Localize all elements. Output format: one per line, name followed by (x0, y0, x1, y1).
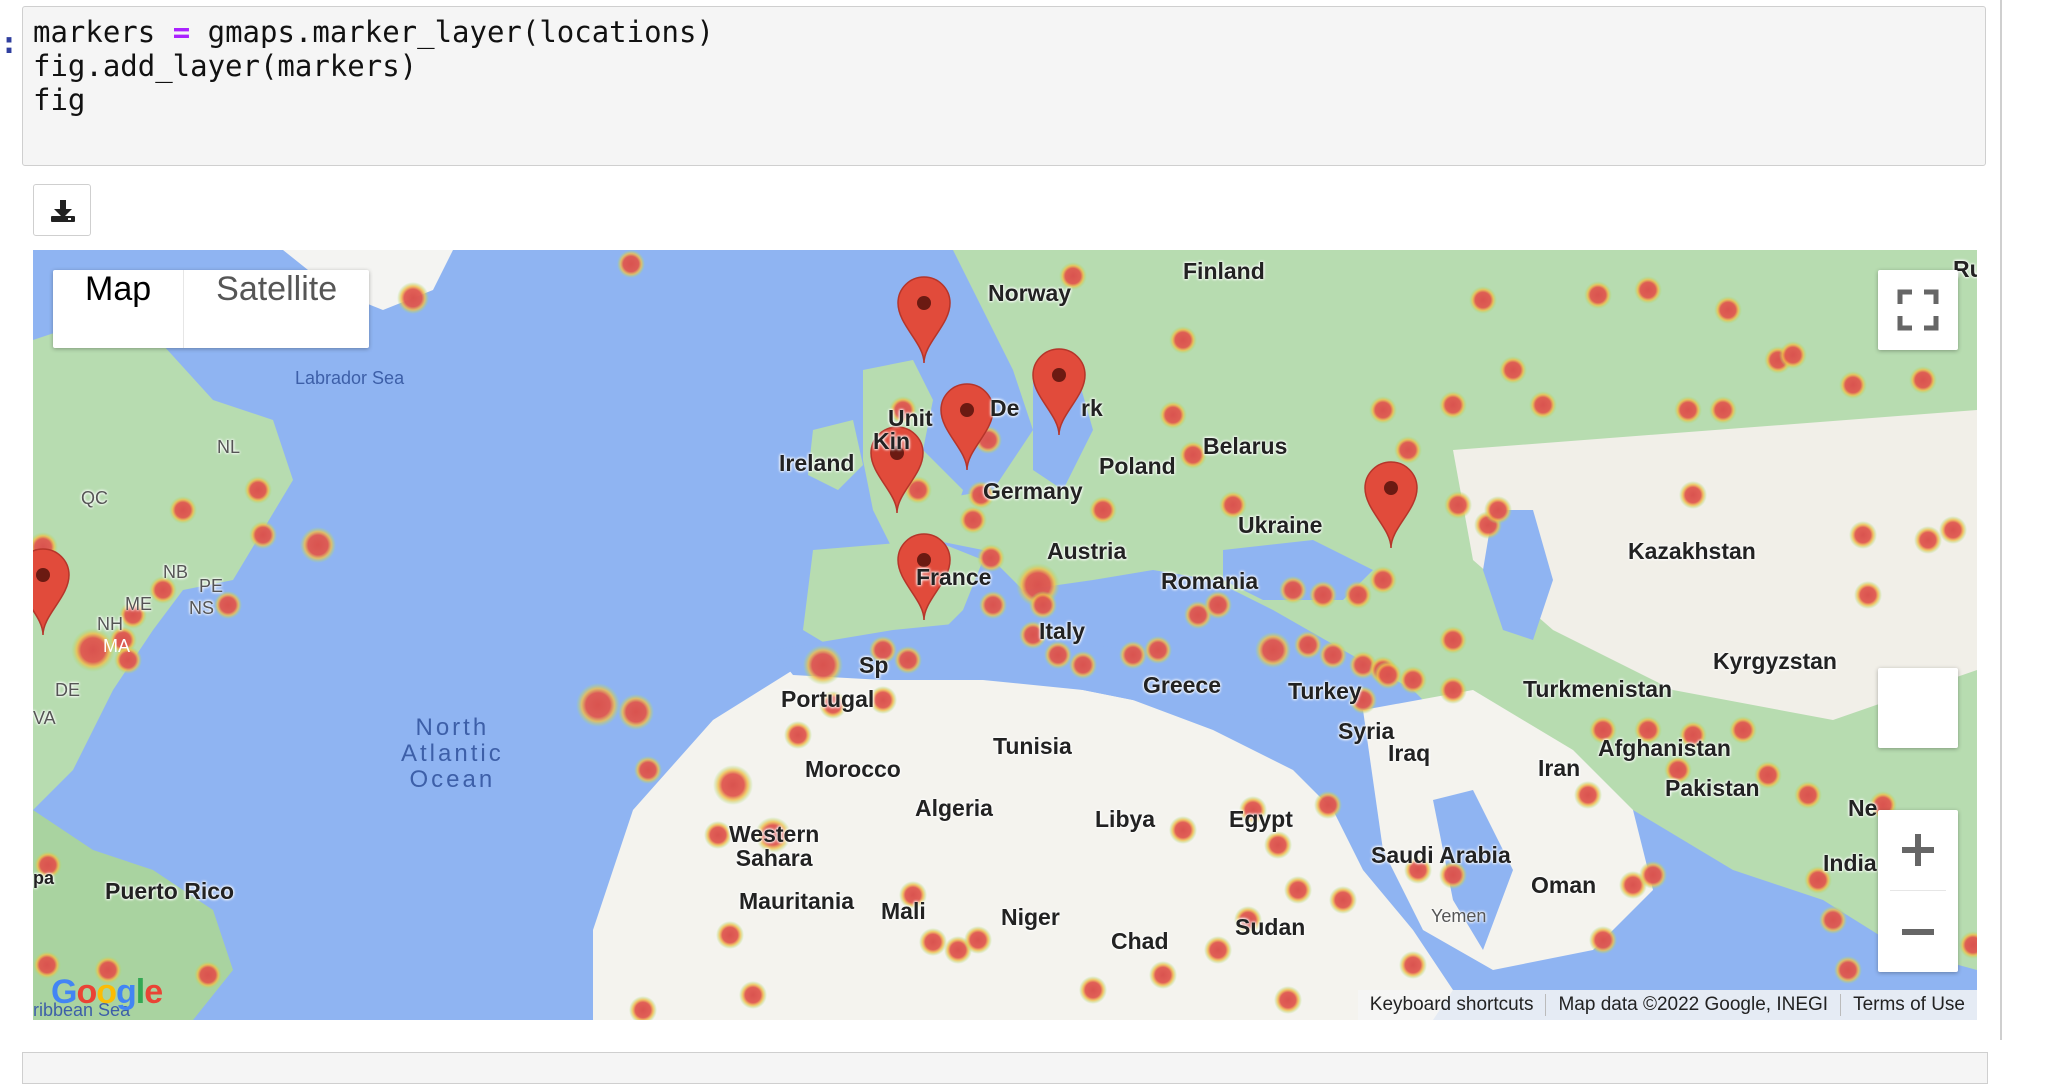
label-france: France (916, 564, 992, 590)
label-chad: Chad (1111, 928, 1169, 954)
label-libya: Libya (1095, 806, 1156, 832)
label-tunisia: Tunisia (993, 733, 1072, 759)
map-attribution: Keyboard shortcuts Map data ©2022 Google… (1357, 990, 1977, 1020)
zoom-divider (1890, 890, 1946, 891)
map-type-control: Map Satellite (53, 270, 370, 348)
label-mali: Mali (881, 898, 926, 924)
label-romania: Romania (1161, 568, 1259, 594)
label-iran: Iran (1538, 755, 1581, 781)
label-nepal: Ne (1848, 795, 1878, 821)
label-nb: NB (163, 562, 189, 582)
logo-letter: o (76, 973, 97, 1011)
map-data-text: Map data ©2022 Google, INEGI (1546, 994, 1842, 1016)
label-ma: MA (103, 636, 130, 656)
logo-letter: e (144, 973, 163, 1011)
label-denmark-1: De (990, 395, 1020, 421)
map-widget[interactable]: Finland Norway Labrador Sea NL QC Irelan… (33, 250, 1977, 1020)
label-labrador-sea: Labrador Sea (295, 368, 405, 388)
label-nl: NL (217, 437, 241, 457)
street-view-control[interactable] (1878, 668, 1958, 748)
google-logo[interactable]: Google (51, 973, 163, 1012)
label-ns: NS (189, 598, 215, 618)
label-oman: Oman (1531, 872, 1597, 898)
label-mauritania: Mauritania (739, 888, 855, 914)
label-italy: Italy (1039, 618, 1086, 644)
download-button[interactable] (33, 184, 91, 236)
label-syria: Syria (1338, 718, 1395, 744)
label-yemen: Yemen (1431, 906, 1487, 926)
keyboard-shortcuts-link[interactable]: Keyboard shortcuts (1358, 994, 1547, 1016)
label-austria: Austria (1047, 538, 1127, 564)
next-notebook-cell[interactable] (22, 1052, 1988, 1084)
map-type-satellite-button[interactable]: Satellite (184, 270, 369, 348)
label-india: India (1823, 850, 1877, 876)
plus-icon (1902, 834, 1934, 866)
label-united-kingdom-2: Kin (873, 428, 911, 454)
terms-of-use-link[interactable]: Terms of Use (1841, 994, 1977, 1016)
label-denmark-2: rk (1081, 395, 1103, 421)
label-va: VA (33, 708, 56, 728)
label-saudi-arabia: Saudi Arabia (1371, 842, 1511, 868)
logo-letter: l (135, 973, 146, 1011)
label-pa: pa (33, 868, 55, 888)
label-de: DE (55, 680, 81, 700)
minus-icon (1902, 929, 1934, 935)
zoom-out-button[interactable] (1878, 892, 1958, 972)
logo-letter: o (96, 973, 117, 1011)
label-ireland: Ireland (779, 450, 855, 476)
logo-letter: G (51, 973, 77, 1011)
notebook-cell: markers = gmaps.marker_layer(locations) … (0, 0, 2002, 1040)
label-portugal: Portugal (781, 686, 875, 712)
code-editor[interactable]: markers = gmaps.marker_layer(locations) … (22, 6, 1986, 166)
label-spain: Sp (859, 652, 889, 678)
label-turkey: Turkey (1288, 678, 1362, 704)
label-pe: PE (199, 576, 224, 596)
label-egypt: Egypt (1229, 806, 1293, 832)
label-kyrgyzstan: Kyrgyzstan (1713, 648, 1837, 674)
code-line-2: fig.add_layer(markers) (33, 49, 418, 83)
label-turkmenistan: Turkmenistan (1523, 676, 1673, 702)
map-type-map-button[interactable]: Map (53, 270, 185, 348)
label-iraq: Iraq (1388, 740, 1431, 766)
code-line-3: fig (33, 83, 86, 117)
label-ukraine: Ukraine (1238, 512, 1323, 538)
label-nh: NH (97, 614, 123, 634)
label-puerto-rico: Puerto Rico (105, 878, 235, 904)
label-north-atlantic-ocean: North Atlantic Ocean (401, 714, 504, 793)
label-morocco: Morocco (805, 756, 901, 782)
fullscreen-button[interactable] (1878, 270, 1958, 350)
zoom-control (1878, 810, 1958, 972)
label-sudan: Sudan (1235, 914, 1306, 940)
label-me: ME (125, 594, 152, 614)
label-pakistan: Pakistan (1665, 775, 1760, 801)
label-germany: Germany (983, 478, 1083, 504)
label-belarus: Belarus (1203, 433, 1288, 459)
code-line-1: markers = gmaps.marker_layer(locations) (33, 15, 714, 49)
logo-letter: g (116, 973, 137, 1011)
label-kazakhstan: Kazakhstan (1628, 538, 1756, 564)
label-norway: Norway (988, 280, 1072, 306)
label-niger: Niger (1001, 904, 1060, 930)
label-poland: Poland (1099, 453, 1176, 479)
label-western-sahara: Western Sahara (729, 821, 820, 871)
label-greece: Greece (1143, 672, 1222, 698)
label-algeria: Algeria (915, 795, 993, 821)
label-afghanistan: Afghanistan (1598, 735, 1731, 761)
fullscreen-icon (1897, 289, 1939, 331)
label-finland: Finland (1183, 258, 1265, 284)
zoom-in-button[interactable] (1878, 810, 1958, 890)
download-icon (51, 200, 75, 222)
label-qc: QC (81, 488, 108, 508)
